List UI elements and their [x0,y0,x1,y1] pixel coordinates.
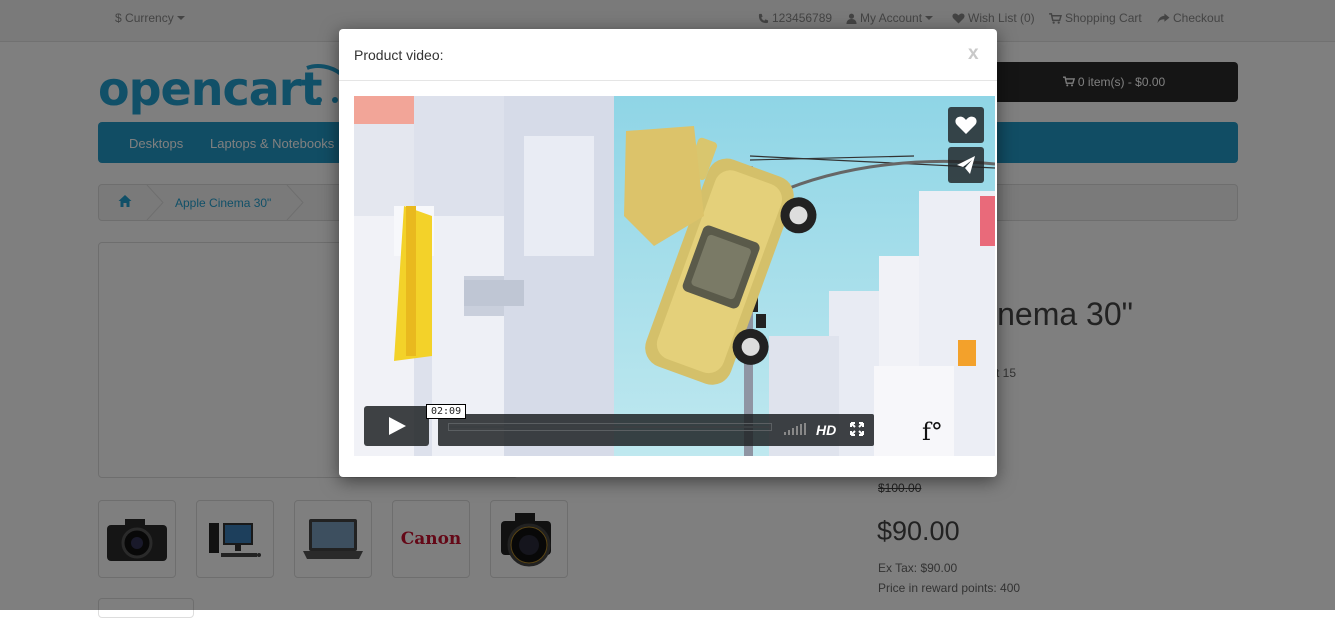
share-button[interactable] [948,147,984,183]
product-video-modal: Product video: x HD 02:09 f° [339,29,997,477]
play-button[interactable] [364,406,429,446]
play-icon [389,417,406,435]
volume-icon[interactable] [784,423,808,435]
modal-title: Product video: [354,47,444,63]
progress-track [449,426,771,428]
video-control-bar: HD [438,414,874,446]
hd-toggle[interactable]: HD [816,422,836,438]
fullscreen-icon[interactable] [850,422,864,436]
video-watermark: f° [922,418,943,446]
video-player[interactable]: HD 02:09 f° [354,96,995,456]
modal-header: Product video: x [339,29,997,81]
close-button[interactable]: x [968,43,979,65]
progress-bar[interactable] [448,423,772,431]
video-frame [354,96,995,456]
time-tooltip: 02:09 [426,404,467,419]
like-button[interactable] [948,107,984,143]
paper-plane-icon [957,156,975,174]
heart-icon [955,116,977,134]
